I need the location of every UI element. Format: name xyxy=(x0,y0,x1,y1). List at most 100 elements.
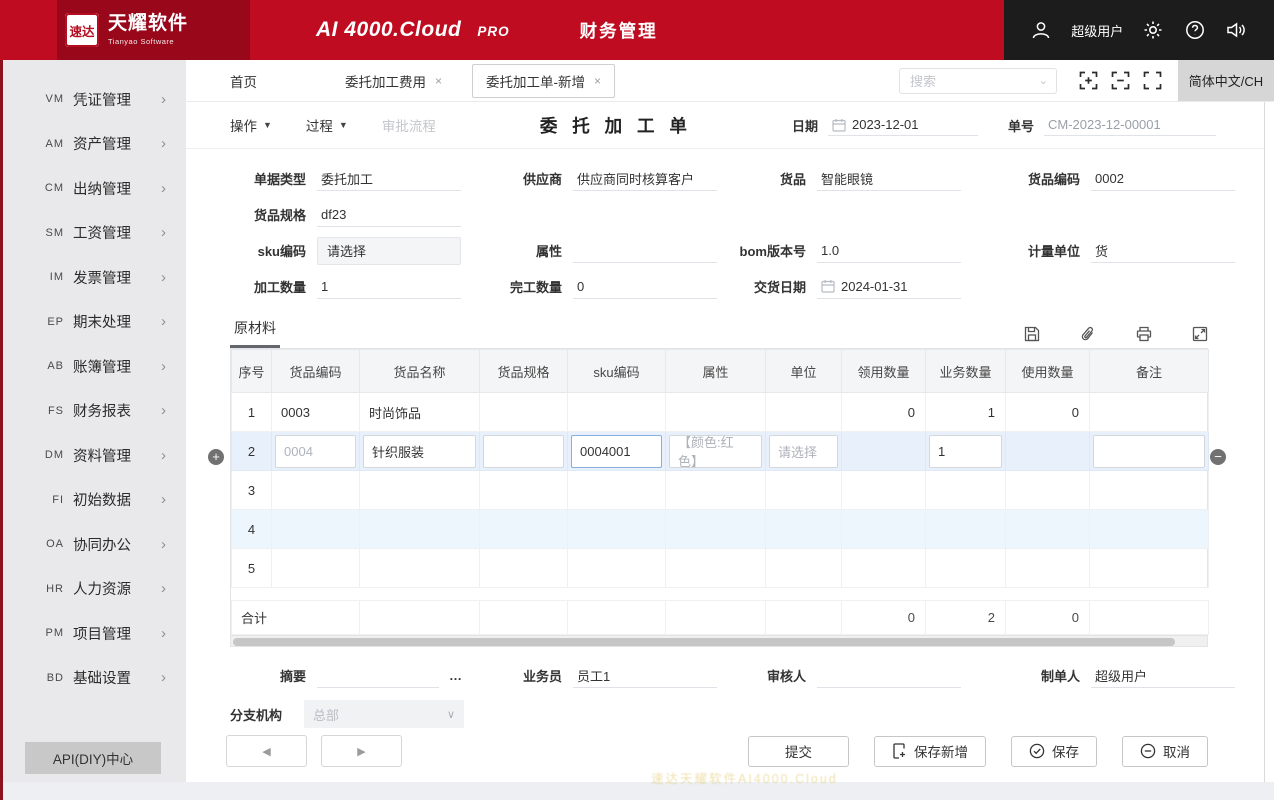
cell-used-qty[interactable]: 0 xyxy=(1006,393,1090,432)
cell[interactable] xyxy=(1090,471,1209,510)
zoom-out-bracket-icon[interactable] xyxy=(1111,71,1130,90)
cell-editor-focused[interactable]: 0004001 xyxy=(571,435,662,468)
language-switcher[interactable]: 简体中文/CH xyxy=(1178,60,1274,101)
cell[interactable] xyxy=(666,549,766,588)
cell[interactable] xyxy=(360,510,480,549)
cell[interactable] xyxy=(766,549,842,588)
sidebar-item-oa[interactable]: OA 协同办公 › xyxy=(0,522,186,567)
auditor-input[interactable] xyxy=(817,663,961,688)
cell[interactable] xyxy=(272,471,360,510)
cell[interactable] xyxy=(568,471,666,510)
settings-gear-icon[interactable] xyxy=(1142,19,1164,41)
col-header[interactable]: 单位 xyxy=(766,350,842,393)
close-icon[interactable]: × xyxy=(435,74,442,88)
cell-editor[interactable]: 针织服装 xyxy=(363,435,476,468)
col-header[interactable]: 序号 xyxy=(232,350,272,393)
cell-attr[interactable]: 【颜色:红色】 xyxy=(666,432,766,471)
close-icon[interactable]: × xyxy=(594,74,601,88)
bom-version-input[interactable]: 1.0 xyxy=(817,238,961,263)
delivery-date-input[interactable]: 2024-01-31 xyxy=(817,274,961,299)
cell[interactable] xyxy=(480,510,568,549)
cell[interactable] xyxy=(926,549,1006,588)
cell-editor[interactable]: 请选择 xyxy=(769,435,838,468)
sidebar-item-assets[interactable]: AM 资产管理 › xyxy=(0,122,186,167)
col-header[interactable]: 业务数量 xyxy=(926,350,1006,393)
cell[interactable] xyxy=(568,393,666,432)
sidebar-item-salary[interactable]: SM 工资管理 › xyxy=(0,211,186,256)
supplier-input[interactable]: 供应商同时核算客户 xyxy=(573,166,717,191)
cell[interactable] xyxy=(480,393,568,432)
search-input[interactable]: 搜索 ⌄ xyxy=(899,68,1057,94)
tab-processing-order-new[interactable]: 委托加工单-新增 × xyxy=(472,64,615,98)
cell[interactable] xyxy=(1090,393,1209,432)
cell-biz-qty[interactable]: 1 xyxy=(926,432,1006,471)
horizontal-scrollbar[interactable] xyxy=(231,635,1207,646)
cell[interactable] xyxy=(842,510,926,549)
sku-select[interactable]: 请选择 xyxy=(317,237,461,265)
cell[interactable] xyxy=(1090,549,1209,588)
cell[interactable] xyxy=(666,471,766,510)
cell[interactable] xyxy=(1006,549,1090,588)
process-qty-input[interactable]: 1 xyxy=(317,274,461,299)
cell[interactable] xyxy=(926,510,1006,549)
cell-row-no[interactable]: 2 xyxy=(232,432,272,471)
attr-input[interactable] xyxy=(573,238,717,263)
cell[interactable] xyxy=(842,549,926,588)
col-header[interactable]: 使用数量 xyxy=(1006,350,1090,393)
tab-processing-fee[interactable]: 委托加工费用 × xyxy=(345,71,442,91)
cell-recv-qty[interactable] xyxy=(842,432,926,471)
cell[interactable] xyxy=(480,549,568,588)
date-input[interactable]: 2023-12-01 xyxy=(828,114,978,136)
save-button[interactable]: 保存 xyxy=(1011,736,1097,767)
col-header[interactable]: 属性 xyxy=(666,350,766,393)
sidebar-item-project[interactable]: PM 项目管理 › xyxy=(0,611,186,656)
delete-row-button[interactable]: − xyxy=(1210,449,1226,465)
col-header[interactable]: 货品规格 xyxy=(480,350,568,393)
tab-home[interactable]: 首页 xyxy=(230,71,257,91)
sidebar-item-initial-data[interactable]: FI 初始数据 › xyxy=(0,478,186,523)
cell[interactable] xyxy=(480,471,568,510)
cell[interactable] xyxy=(766,393,842,432)
cell[interactable] xyxy=(766,471,842,510)
action-menu[interactable]: 操作 ▼ xyxy=(230,115,272,135)
cell-goods-name[interactable]: 时尚饰品 xyxy=(360,393,480,432)
salesman-input[interactable]: 员工1 xyxy=(573,663,717,688)
col-header[interactable]: 领用数量 xyxy=(842,350,926,393)
scrollbar-thumb[interactable] xyxy=(233,638,1175,646)
fullscreen-bracket-icon[interactable] xyxy=(1143,71,1162,90)
help-icon[interactable] xyxy=(1184,19,1206,41)
cell[interactable] xyxy=(1090,510,1209,549)
print-icon[interactable] xyxy=(1136,326,1152,342)
add-row-button[interactable]: + xyxy=(208,449,224,465)
cell[interactable] xyxy=(1006,471,1090,510)
sidebar-item-voucher[interactable]: VM 凭证管理 › xyxy=(0,77,186,122)
cell-row-no[interactable]: 5 xyxy=(232,549,272,588)
summary-more-button[interactable]: … xyxy=(449,668,463,683)
cell[interactable] xyxy=(926,471,1006,510)
cell-editor[interactable]: 0004 xyxy=(275,435,356,468)
announcement-speaker-icon[interactable] xyxy=(1225,19,1248,41)
sidebar-item-basic-settings[interactable]: BD 基础设置 › xyxy=(0,656,186,701)
bill-type-input[interactable]: 委托加工 xyxy=(317,166,461,191)
sidebar-item-reports[interactable]: FS 财务报表 › xyxy=(0,389,186,434)
prev-record-button[interactable]: ◀ xyxy=(226,735,307,767)
cancel-button[interactable]: 取消 xyxy=(1122,736,1208,767)
cell[interactable] xyxy=(842,471,926,510)
col-header[interactable]: 备注 xyxy=(1090,350,1209,393)
cell-unit[interactable]: 请选择 xyxy=(766,432,842,471)
cell-goods-code[interactable]: 0003 xyxy=(272,393,360,432)
sidebar-item-data-mgmt[interactable]: DM 资料管理 › xyxy=(0,433,186,478)
next-record-button[interactable]: ▶ xyxy=(321,735,402,767)
cell-row-no[interactable]: 3 xyxy=(232,471,272,510)
cell[interactable] xyxy=(1006,510,1090,549)
cell-row-no[interactable]: 4 xyxy=(232,510,272,549)
cell-biz-qty[interactable]: 1 xyxy=(926,393,1006,432)
cell-editor[interactable]: 1 xyxy=(929,435,1002,468)
col-header[interactable]: sku编码 xyxy=(568,350,666,393)
cell-editor[interactable] xyxy=(483,435,564,468)
zoom-in-bracket-icon[interactable] xyxy=(1079,71,1098,90)
api-diy-center-button[interactable]: API(DIY)中心 xyxy=(25,742,161,774)
cell-goods-spec[interactable] xyxy=(480,432,568,471)
save-icon[interactable] xyxy=(1024,326,1040,342)
cell-goods-name[interactable]: 针织服装 xyxy=(360,432,480,471)
